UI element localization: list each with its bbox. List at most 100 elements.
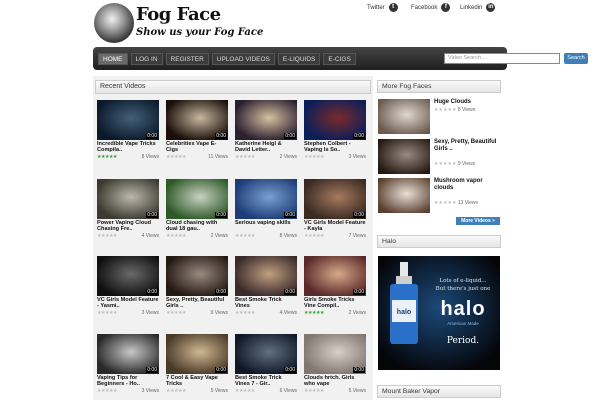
video-thumbnail[interactable]: 0:00 [97,179,159,219]
rating-stars[interactable]: ★★★★★ [235,388,255,394]
video-thumbnail[interactable]: 0:00 [235,334,297,374]
video-thumbnail[interactable]: 0:00 [97,100,159,140]
video-thumbnail[interactable]: 0:00 [304,179,366,219]
video-thumbnail[interactable]: 0:00 [235,100,297,140]
rating-stars[interactable]: ★★★★★ [434,200,458,206]
video-card[interactable]: 0:00 Katherine Heigl & David Letter.. ★★★★… [235,100,297,160]
video-card[interactable]: 0:00 Celebrities Vape E-Cigs ★★★★★ 11 Views [166,100,228,160]
facebook-icon[interactable]: f [441,3,451,12]
video-card[interactable]: 0:00 Girls Smoke Tricks Vine Compil.. ★★★★… [304,256,366,316]
video-thumbnail[interactable]: 0:00 [166,256,228,296]
rating-stars[interactable]: ★★★★★ [304,233,324,239]
halo-ad-banner[interactable]: halo Lots of e-liquid... But there's jus… [378,256,500,370]
nav-e-liquids[interactable]: E-LIQUIDS [277,52,321,65]
video-card[interactable]: 0:00 Best Smoke Trick Vines 7 - Gir.. ★★★★… [235,334,297,394]
video-thumbnail[interactable]: 0:00 [304,256,366,296]
video-title[interactable]: VC Girls Model Feature - Kayla [304,220,366,233]
search-input[interactable]: Video Search ... [444,53,560,64]
social-linkedin[interactable]: Linkedin in [460,3,496,12]
logo-image[interactable] [94,3,134,43]
video-title[interactable]: Power Vaping Cloud Chasing Fre.. [97,220,159,233]
nav-login[interactable]: LOG IN [130,52,163,65]
more-videos-button[interactable]: More Videos » [456,217,500,225]
video-title[interactable]: Girls Smoke Tricks Vine Compil.. [304,297,366,310]
fog-face-title[interactable]: Huge Clouds [434,99,499,106]
fog-face-title[interactable]: Mushroom vapor clouds [434,178,499,192]
nav-e-cigs[interactable]: E-CIGS [323,52,356,65]
video-card[interactable]: 0:00 Vaping Tips for Beginners - Ho.. ★★★★… [97,334,159,394]
logo-title[interactable]: Fog Face [136,4,221,25]
video-card[interactable]: 0:00 7 Cool & Easy Vape Tricks ★★★★★ 5 View… [166,334,228,394]
rating-stars[interactable]: ★★★★★ [304,310,324,316]
rating-stars[interactable]: ★★★★★ [97,310,117,316]
social-facebook[interactable]: Facebook f [411,3,451,12]
video-title[interactable]: Stephen Colbert - Vaping Is So.. [304,141,366,154]
rating-stars[interactable]: ★★★★★ [166,154,186,160]
fog-face-thumbnail[interactable] [378,139,430,174]
nav-register[interactable]: REGISTER [165,52,209,65]
video-title[interactable]: Katherine Heigl & David Letter.. [235,141,297,154]
video-card[interactable]: 0:00 Incredible Vape Tricks Compila.. ★★★★… [97,100,159,160]
fog-face-title[interactable]: Sexy, Pretty, Beautiful Girls .. [434,139,499,153]
fog-face-meta: ★★★★★ 8 Views [434,107,475,113]
video-thumbnail[interactable]: 0:00 [97,256,159,296]
video-title[interactable]: Serious vaping skills [235,220,297,233]
mount-baker-vapor-title: Mount Baker Vapor [377,385,501,398]
fog-face-item[interactable]: Sexy, Pretty, Beautiful Girls .. ★★★★★ 9 … [377,139,501,179]
fog-face-thumbnail[interactable] [378,178,430,213]
video-card[interactable]: 0:00 Cloud chasing with dual 18 gau.. ★★★★… [166,179,228,239]
video-card[interactable]: 0:00 VC Girls Model Feature - Yasmi.. ★★★★… [97,256,159,316]
fog-face-thumbnail[interactable] [378,99,430,134]
nav-upload-videos[interactable]: UPLOAD VIDEOS [211,52,275,65]
social-twitter[interactable]: Twitter t [367,3,398,12]
video-card[interactable]: 0:00 Stephen Colbert - Vaping Is So.. ★★★★… [304,100,366,160]
video-meta: ★★★★★ 11 Views [166,154,228,160]
rating-stars[interactable]: ★★★★★ [434,161,458,167]
rating-stars[interactable]: ★★★★★ [97,388,117,394]
video-card[interactable]: 0:00 Serious vaping skills ★★★★★ 8 Views [235,179,297,239]
video-thumbnail[interactable]: 0:00 [235,179,297,219]
video-title[interactable]: 7 Cool & Easy Vape Tricks [166,375,228,388]
video-card[interactable]: 0:00 Power Vaping Cloud Chasing Fre.. ★★★★… [97,179,159,239]
video-title[interactable]: Clouds hrtch. Girls who vape [304,375,366,388]
video-card[interactable]: 0:00 Best Smoke Trick Vines ★★★★★ 4 Views [235,256,297,316]
rating-stars[interactable]: ★★★★★ [166,388,186,394]
video-title[interactable]: VC Girls Model Feature - Yasmi.. [97,297,159,310]
rating-stars[interactable]: ★★★★★ [304,154,324,160]
video-thumbnail[interactable]: 0:00 [304,334,366,374]
video-card[interactable]: 0:00 Sexy, Pretty, Beautiful Girls .. ★★★★… [166,256,228,316]
video-card[interactable]: 0:00 Clouds hrtch. Girls who vape ★★★★★ 5 V… [304,334,366,394]
rating-stars[interactable]: ★★★★★ [166,310,186,316]
video-views: 5 Views [210,388,228,394]
video-thumbnail[interactable]: 0:00 [166,179,228,219]
bottle-neck [396,276,412,284]
rating-stars[interactable]: ★★★★★ [97,233,117,239]
twitter-icon[interactable]: t [388,3,398,12]
video-card[interactable]: 0:00 VC Girls Model Feature - Kayla ★★★★★ 7… [304,179,366,239]
video-title[interactable]: Vaping Tips for Beginners - Ho.. [97,375,159,388]
video-title[interactable]: Incredible Vape Tricks Compila.. [97,141,159,154]
rating-stars[interactable]: ★★★★★ [235,154,255,160]
rating-stars[interactable]: ★★★★★ [434,107,458,113]
video-duration: 0:00 [146,289,158,295]
linkedin-icon[interactable]: in [486,3,496,12]
rating-stars[interactable]: ★★★★★ [166,233,186,239]
search-button[interactable]: Search [564,53,588,64]
rating-stars[interactable]: ★★★★★ [97,154,117,160]
video-title[interactable]: Celebrities Vape E-Cigs [166,141,228,154]
rating-stars[interactable]: ★★★★★ [235,310,255,316]
video-title[interactable]: Sexy, Pretty, Beautiful Girls .. [166,297,228,310]
video-thumbnail[interactable]: 0:00 [304,100,366,140]
video-thumbnail[interactable]: 0:00 [235,256,297,296]
fog-face-item[interactable]: Mushroom vapor clouds ★★★★★ 13 Views [377,178,501,218]
video-title[interactable]: Cloud chasing with dual 18 gau.. [166,220,228,233]
video-thumbnail[interactable]: 0:00 [166,334,228,374]
video-thumbnail[interactable]: 0:00 [166,100,228,140]
fog-face-item[interactable]: Huge Clouds ★★★★★ 8 Views [377,99,501,139]
rating-stars[interactable]: ★★★★★ [304,388,324,394]
video-thumbnail[interactable]: 0:00 [97,334,159,374]
rating-stars[interactable]: ★★★★★ [235,233,255,239]
video-title[interactable]: Best Smoke Trick Vines [235,297,297,310]
video-title[interactable]: Best Smoke Trick Vines 7 - Gir.. [235,375,297,388]
nav-home[interactable]: HOME [98,52,128,65]
